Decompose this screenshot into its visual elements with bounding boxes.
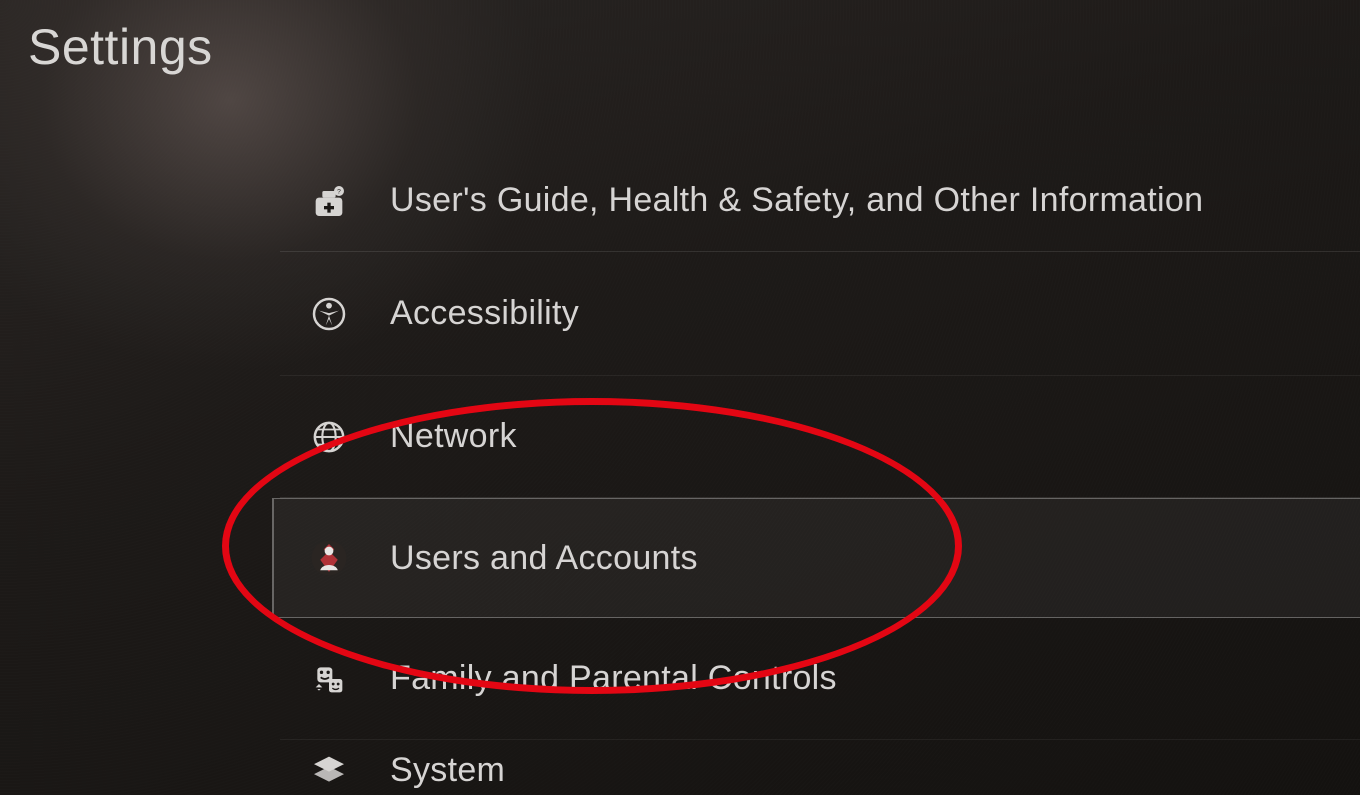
settings-item-label: System (390, 751, 505, 790)
family-icon (304, 659, 354, 699)
user-avatar-icon (304, 537, 354, 579)
settings-item-users-accounts[interactable]: Users and Accounts (272, 498, 1360, 618)
settings-item-label: Users and Accounts (390, 539, 698, 578)
globe-icon (304, 417, 354, 457)
settings-item-label: Family and Parental Controls (390, 659, 837, 698)
settings-item-guide[interactable]: ? User's Guide, Health & Safety, and Oth… (280, 150, 1360, 252)
svg-text:?: ? (337, 188, 341, 195)
settings-item-label: Accessibility (390, 294, 579, 333)
settings-item-system[interactable]: System (280, 740, 1360, 795)
settings-item-network[interactable]: Network (280, 376, 1360, 498)
accessibility-icon (304, 294, 354, 334)
layers-icon (304, 750, 354, 790)
settings-item-label: User's Guide, Health & Safety, and Other… (390, 181, 1203, 220)
settings-item-family-parental[interactable]: Family and Parental Controls (280, 618, 1360, 740)
page-title: Settings (28, 18, 213, 76)
settings-item-label: Network (390, 417, 517, 456)
settings-list: ? User's Guide, Health & Safety, and Oth… (280, 150, 1360, 795)
settings-item-accessibility[interactable]: Accessibility (280, 252, 1360, 376)
medkit-icon: ? (304, 181, 354, 221)
